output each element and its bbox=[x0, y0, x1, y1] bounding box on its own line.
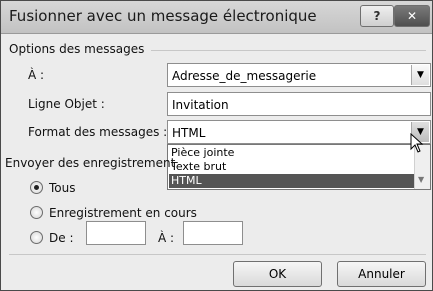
dialog-title: Fusionner avec un message électronique bbox=[9, 7, 317, 25]
to-select[interactable]: Adresse_de_messagerie ▼ bbox=[167, 63, 431, 87]
options-separator bbox=[151, 50, 426, 51]
radio-current-record[interactable] bbox=[30, 206, 43, 219]
format-label: Format des messages : bbox=[28, 125, 168, 139]
radio-current-record-label[interactable]: Enregistrement en cours bbox=[49, 206, 197, 220]
help-icon: ? bbox=[373, 9, 381, 23]
close-icon: ✕ bbox=[406, 9, 418, 23]
subject-label: Ligne Objet : bbox=[28, 97, 105, 111]
scroll-down-icon[interactable]: ▼ bbox=[418, 175, 424, 184]
format-dropdown-list: Pièce jointe Texte brut HTML ▼ bbox=[167, 144, 431, 190]
format-select[interactable]: HTML ▼ bbox=[167, 120, 431, 144]
help-button[interactable]: ? bbox=[360, 5, 394, 27]
subject-input-value: Invitation bbox=[172, 98, 229, 112]
to-record-label: À : bbox=[158, 231, 175, 245]
records-section-title: Envoyer des enregistrement bbox=[5, 156, 176, 170]
radio-all-label[interactable]: Tous bbox=[49, 181, 76, 195]
cancel-button[interactable]: Annuler bbox=[337, 261, 426, 287]
from-input[interactable] bbox=[86, 221, 146, 245]
chevron-down-icon: ▼ bbox=[417, 70, 424, 80]
radio-all[interactable] bbox=[30, 181, 43, 194]
title-bar: Fusionner avec un message électronique ?… bbox=[1, 1, 432, 34]
ok-button[interactable]: OK bbox=[233, 261, 322, 287]
mouse-cursor-icon bbox=[410, 133, 424, 153]
format-option-html[interactable]: HTML bbox=[169, 174, 416, 188]
radio-from[interactable] bbox=[30, 231, 43, 244]
to-select-value: Adresse_de_messagerie bbox=[172, 69, 317, 83]
radio-from-label[interactable]: De : bbox=[49, 231, 73, 245]
format-option-attachment[interactable]: Pièce jointe bbox=[169, 146, 416, 160]
radio-selected-dot bbox=[34, 185, 39, 190]
close-button[interactable]: ✕ bbox=[394, 5, 430, 27]
cancel-button-label: Annuler bbox=[358, 267, 405, 281]
subject-input[interactable]: Invitation bbox=[167, 92, 431, 116]
mail-merge-dialog: Fusionner avec un message électronique ?… bbox=[0, 0, 433, 291]
footer-separator bbox=[9, 254, 426, 255]
to-dropdown-arrow[interactable]: ▼ bbox=[411, 65, 429, 85]
ok-button-label: OK bbox=[268, 267, 287, 281]
to-label: À : bbox=[28, 68, 45, 82]
options-section-title: Options des messages bbox=[9, 42, 145, 56]
to-input[interactable] bbox=[183, 221, 243, 245]
format-option-plain-text[interactable]: Texte brut bbox=[169, 160, 416, 174]
format-select-value: HTML bbox=[172, 126, 206, 140]
